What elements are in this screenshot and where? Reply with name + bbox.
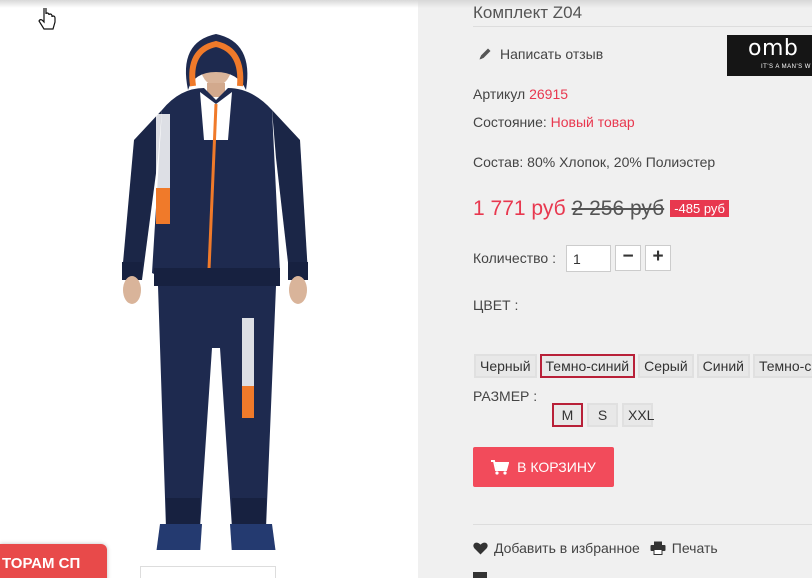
color-option-dark-grey[interactable]: Темно-сер: [752, 354, 812, 378]
quantity-plus-button[interactable]: +: [645, 245, 671, 271]
add-to-wishlist-link[interactable]: Добавить в избранное: [473, 540, 640, 556]
condition-value: Новый товар: [550, 114, 635, 130]
promo-badge[interactable]: ТОРАМ СП: [0, 544, 107, 578]
heart-icon: [473, 542, 488, 554]
brand-name: omb: [748, 36, 799, 61]
size-label: РАЗМЕР :: [473, 388, 538, 404]
product-title: Комплект Z04: [473, 3, 583, 22]
size-option-xxl[interactable]: XXL: [622, 403, 654, 427]
wishlist-label: Добавить в избранное: [494, 540, 640, 556]
color-label: ЦВЕТ :: [473, 297, 519, 313]
quantity-label: Количество :: [473, 250, 556, 266]
article-row: Артикул 26915: [473, 86, 568, 102]
partial-icon: [473, 572, 487, 578]
composition-text: Состав: 80% Хлопок, 20% Полиэстер: [473, 154, 716, 170]
print-link[interactable]: Печать: [650, 540, 718, 556]
color-option-black[interactable]: Черный: [474, 354, 537, 378]
header-shadow: [0, 0, 812, 8]
size-option-s[interactable]: S: [587, 403, 618, 427]
article-value: 26915: [529, 86, 569, 102]
product-page: ТОРАМ СП Комплект Z04 Написать отзыв omb…: [0, 0, 812, 578]
hand-cursor-icon: [38, 8, 56, 30]
write-review-label: Написать отзыв: [500, 46, 604, 62]
size-option-m[interactable]: M: [552, 403, 583, 427]
printer-icon: [650, 541, 666, 555]
add-to-cart-button[interactable]: В КОРЗИНУ: [473, 447, 614, 487]
brand-logo[interactable]: omb IT'S A MAN'S W: [727, 35, 812, 76]
price-block: 1 771 руб 2 256 руб -485 руб: [473, 197, 729, 221]
write-review-link[interactable]: Написать отзыв: [478, 46, 603, 62]
brand-tagline: IT'S A MAN'S W: [761, 64, 811, 70]
size-options: M S XXL: [552, 403, 654, 427]
add-to-cart-label: В КОРЗИНУ: [517, 459, 596, 475]
product-photo[interactable]: [96, 28, 336, 568]
condition-label: Состояние:: [473, 114, 547, 130]
old-price: 2 256 руб: [571, 197, 665, 220]
quantity-minus-button[interactable]: −: [615, 245, 641, 271]
print-label: Печать: [671, 540, 718, 556]
pencil-icon: [479, 48, 491, 60]
divider: [473, 524, 812, 525]
color-options: Черный Темно-синий Серый Синий Темно-сер: [474, 354, 812, 378]
quantity-input[interactable]: [566, 245, 611, 272]
divider: [473, 26, 812, 27]
product-image-panel: ТОРАМ СП: [0, 0, 418, 578]
color-option-grey[interactable]: Серый: [638, 354, 694, 378]
color-option-dark-blue[interactable]: Темно-синий: [539, 354, 636, 378]
color-option-blue[interactable]: Синий: [696, 354, 750, 378]
thumbnail-strip[interactable]: [140, 566, 276, 578]
discount-badge: -485 руб: [670, 200, 729, 217]
action-links: Добавить в избранное Печать: [473, 540, 718, 556]
cart-icon: [491, 459, 510, 475]
article-label: Артикул: [473, 86, 526, 102]
condition-row: Состояние: Новый товар: [473, 114, 635, 130]
current-price: 1 771 руб: [473, 197, 566, 220]
